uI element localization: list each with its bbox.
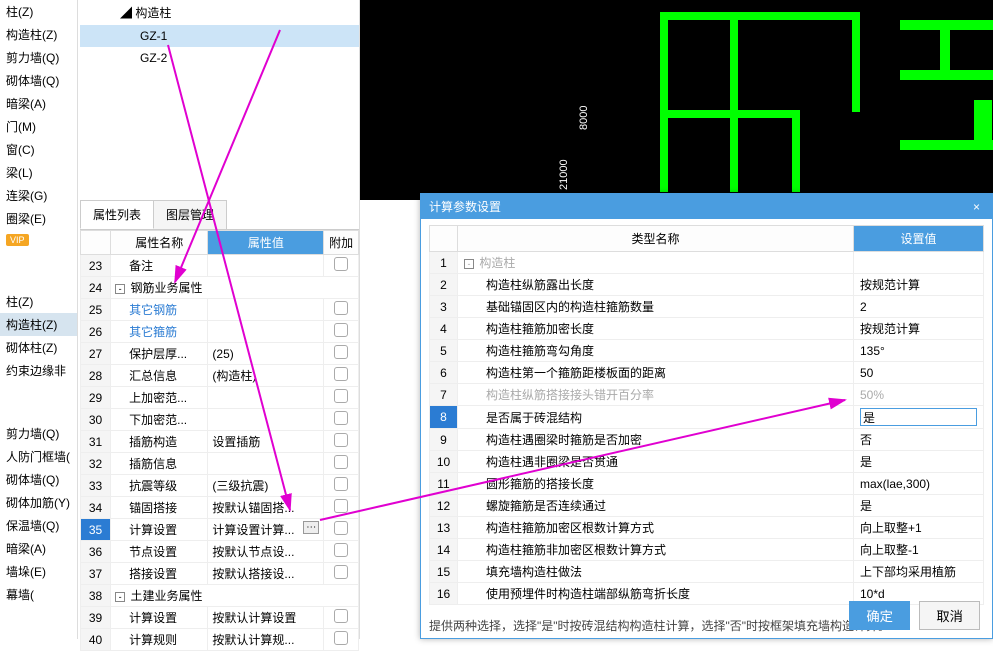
- property-row[interactable]: 32插筋信息: [81, 453, 359, 475]
- checkbox[interactable]: [334, 565, 348, 579]
- param-row[interactable]: 13构造柱箍筋加密区根数计算方式向上取整+1: [430, 517, 984, 539]
- sidebar-item[interactable]: 构造柱(Z): [0, 23, 77, 46]
- sidebar-item[interactable]: 砌体墙(Q): [0, 69, 77, 92]
- tree-node[interactable]: GZ-2: [80, 47, 359, 69]
- checkbox[interactable]: [334, 477, 348, 491]
- param-row[interactable]: 14构造柱箍筋非加密区根数计算方式向上取整-1: [430, 539, 984, 561]
- tab-properties[interactable]: 属性列表: [80, 200, 154, 229]
- param-table: 类型名称 设置值 1- 构造柱2构造柱纵筋露出长度按规范计算3基础锚固区内的构造…: [429, 225, 984, 605]
- checkbox[interactable]: [334, 323, 348, 337]
- property-row[interactable]: 30下加密范...: [81, 409, 359, 431]
- sidebar-item[interactable]: 砌体柱(Z): [0, 336, 77, 359]
- dim-8000: 8000: [578, 106, 590, 130]
- component-sidebar: 柱(Z)构造柱(Z)剪力墙(Q)砌体墙(Q)暗梁(A)门(M)窗(C)梁(L)连…: [0, 0, 78, 639]
- sidebar-item[interactable]: 砌体加筋(Y): [0, 491, 77, 514]
- param-row[interactable]: 9构造柱遇圈梁时箍筋是否加密否: [430, 429, 984, 451]
- calc-params-dialog: 计算参数设置 × 类型名称 设置值 1- 构造柱2构造柱纵筋露出长度按规范计算3…: [420, 193, 993, 639]
- param-row[interactable]: 1- 构造柱: [430, 252, 984, 274]
- sidebar-item[interactable]: 梁(L): [0, 161, 77, 184]
- param-row[interactable]: 7构造柱纵筋搭接接头错开百分率50%: [430, 384, 984, 406]
- tree-parent[interactable]: ◢ 构造柱: [80, 0, 359, 25]
- checkbox[interactable]: [334, 521, 348, 535]
- property-table: 属性名称 属性值 附加 23备注24- 钢筋业务属性25其它钢筋26其它箍筋27…: [80, 230, 359, 651]
- property-row[interactable]: 36节点设置按默认节点设...: [81, 541, 359, 563]
- sidebar-item[interactable]: 门(M): [0, 115, 77, 138]
- property-row[interactable]: 35计算设置计算设置计算...⋯: [81, 519, 359, 541]
- sidebar-item[interactable]: 砌体墙(Q): [0, 468, 77, 491]
- col-extra: 附加: [324, 231, 359, 255]
- checkbox[interactable]: [334, 609, 348, 623]
- sidebar-item[interactable]: 暗梁(A): [0, 537, 77, 560]
- property-row[interactable]: 38- 土建业务属性: [81, 585, 359, 607]
- property-row[interactable]: 28汇总信息(构造柱): [81, 365, 359, 387]
- property-row[interactable]: 27保护层厚...(25): [81, 343, 359, 365]
- tab-layers[interactable]: 图层管理: [153, 200, 227, 229]
- col-name: 属性名称: [111, 231, 208, 255]
- cad-viewport[interactable]: 8000 21000: [360, 0, 993, 200]
- sidebar-item[interactable]: 人防门框墙(: [0, 445, 77, 468]
- checkbox[interactable]: [334, 257, 348, 271]
- checkbox[interactable]: [334, 367, 348, 381]
- sidebar-item[interactable]: 柱(Z): [0, 290, 77, 313]
- sidebar-item[interactable]: 连梁(G): [0, 184, 77, 207]
- sidebar-item[interactable]: 墙垛(E): [0, 560, 77, 583]
- dialog-titlebar: 计算参数设置 ×: [421, 194, 992, 219]
- col-value: 属性值: [208, 231, 324, 255]
- checkbox[interactable]: [334, 499, 348, 513]
- property-row[interactable]: 40计算规则按默认计算规...: [81, 629, 359, 651]
- sidebar-item[interactable]: 窗(C): [0, 138, 77, 161]
- param-row[interactable]: 4构造柱箍筋加密长度按规范计算: [430, 318, 984, 340]
- vip-badge: VIP: [6, 234, 29, 246]
- sidebar-item[interactable]: 暗梁(A): [0, 92, 77, 115]
- property-row[interactable]: 33抗震等级(三级抗震): [81, 475, 359, 497]
- param-row[interactable]: 8是否属于砖混结构: [430, 406, 984, 429]
- dialog-title: 计算参数设置: [429, 198, 501, 215]
- property-row[interactable]: 26其它箍筋: [81, 321, 359, 343]
- param-value-input[interactable]: [860, 408, 977, 426]
- sidebar-item[interactable]: 幕墙(: [0, 583, 77, 606]
- checkbox[interactable]: [334, 631, 348, 645]
- col-set-value: 设置值: [854, 226, 984, 252]
- checkbox[interactable]: [334, 301, 348, 315]
- property-row[interactable]: 39计算设置按默认计算设置: [81, 607, 359, 629]
- ellipsis-button[interactable]: ⋯: [303, 521, 319, 534]
- checkbox[interactable]: [334, 433, 348, 447]
- sidebar-item[interactable]: 圈梁(E): [0, 207, 77, 230]
- param-row[interactable]: 15填充墙构造柱做法上下部均采用植筋: [430, 561, 984, 583]
- checkbox[interactable]: [334, 345, 348, 359]
- param-row[interactable]: 3基础锚固区内的构造柱箍筋数量2: [430, 296, 984, 318]
- param-row[interactable]: 5构造柱箍筋弯勾角度135°: [430, 340, 984, 362]
- property-row[interactable]: 29上加密范...: [81, 387, 359, 409]
- checkbox[interactable]: [334, 455, 348, 469]
- tree-node[interactable]: GZ-1: [80, 25, 359, 47]
- sidebar-item[interactable]: 保温墙(Q): [0, 514, 77, 537]
- param-row[interactable]: 11圆形箍筋的搭接长度max(lae,300): [430, 473, 984, 495]
- col-type-name: 类型名称: [458, 226, 854, 252]
- checkbox[interactable]: [334, 543, 348, 557]
- ok-button[interactable]: 确定: [849, 601, 910, 630]
- param-row[interactable]: 6构造柱第一个箍筋距楼板面的距离50: [430, 362, 984, 384]
- param-row[interactable]: 12螺旋箍筋是否连续通过是: [430, 495, 984, 517]
- dim-21000: 21000: [558, 159, 570, 190]
- sidebar-item[interactable]: 构造柱(Z): [0, 313, 77, 336]
- property-tabs: 属性列表 图层管理: [80, 200, 359, 230]
- property-row[interactable]: 37搭接设置按默认搭接设...: [81, 563, 359, 585]
- sidebar-item[interactable]: 柱(Z): [0, 0, 77, 23]
- property-row[interactable]: 25其它钢筋: [81, 299, 359, 321]
- param-row[interactable]: 2构造柱纵筋露出长度按规范计算: [430, 274, 984, 296]
- property-row[interactable]: 24- 钢筋业务属性: [81, 277, 359, 299]
- checkbox[interactable]: [334, 411, 348, 425]
- property-row[interactable]: 23备注: [81, 255, 359, 277]
- checkbox[interactable]: [334, 389, 348, 403]
- sidebar-item[interactable]: 约束边缘非: [0, 359, 77, 382]
- property-row[interactable]: 31插筋构造设置插筋: [81, 431, 359, 453]
- cancel-button[interactable]: 取消: [919, 601, 980, 630]
- param-row[interactable]: 10构造柱遇非圈梁是否贯通是: [430, 451, 984, 473]
- sidebar-item[interactable]: 剪力墙(Q): [0, 422, 77, 445]
- property-panel: 属性列表 图层管理 属性名称 属性值 附加 23备注24- 钢筋业务属性25其它…: [80, 200, 360, 639]
- property-row[interactable]: 34锚固搭接按默认锚固搭...: [81, 497, 359, 519]
- component-tree: ◢ 构造柱 GZ-1GZ-2: [80, 0, 360, 200]
- close-icon[interactable]: ×: [969, 200, 984, 214]
- sidebar-item[interactable]: 剪力墙(Q): [0, 46, 77, 69]
